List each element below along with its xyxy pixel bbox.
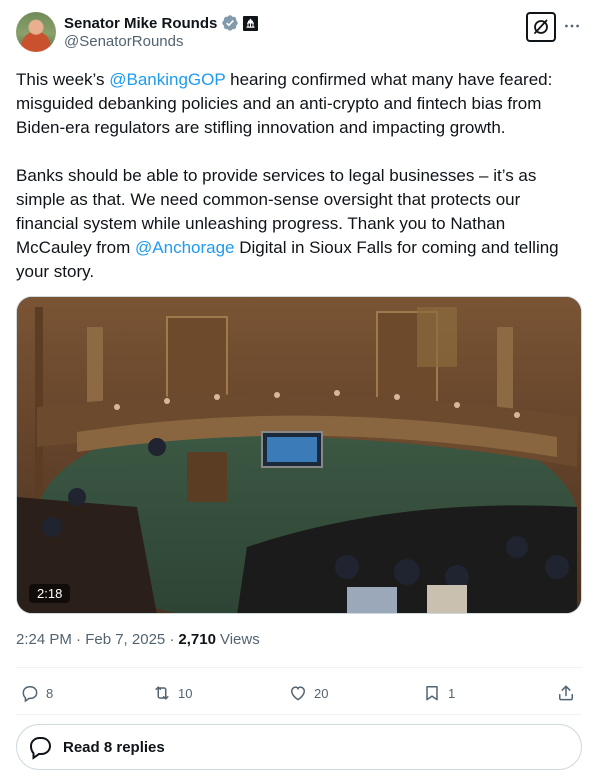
tweet-header: Senator Mike Rounds @SenatorRounds: [16, 12, 582, 56]
repost-count: 10: [178, 685, 193, 701]
text-segment: This week’s: [16, 70, 110, 89]
video-duration: 2:18: [29, 584, 71, 603]
mention-link-anchorage[interactable]: @Anchorage: [135, 238, 235, 257]
read-replies-label: Read 8 replies: [63, 738, 165, 756]
read-replies-button[interactable]: Read 8 replies: [16, 724, 582, 770]
divider: [16, 714, 582, 715]
tweet-text: This week’s @BankingGOP hearing confirme…: [16, 68, 582, 284]
bookmark-icon: [426, 686, 438, 701]
views-count: 2,710: [178, 631, 216, 648]
video-thumbnail: [17, 297, 581, 613]
reply-count: 8: [46, 685, 54, 701]
reply-button[interactable]: 8: [20, 680, 53, 706]
divider: [16, 667, 582, 668]
tweet-paragraph-1: This week’s @BankingGOP hearing confirme…: [16, 68, 582, 140]
reply-icon: [22, 686, 38, 703]
tweet-meta: 2:24 PM · Feb 7, 2025 · 2,710 Views: [16, 631, 260, 648]
share-icon: [559, 685, 573, 701]
handle[interactable]: @SenatorRounds: [64, 33, 183, 50]
mention-link-bankinggop[interactable]: @BankingGOP: [109, 70, 225, 89]
action-bar: 8 10 20 1: [16, 680, 582, 706]
views-label: Views: [219, 631, 260, 648]
verified-badge-icon[interactable]: [221, 14, 239, 32]
display-name[interactable]: Senator Mike Rounds: [64, 15, 217, 32]
share-button[interactable]: [556, 680, 576, 706]
speech-bubble-icon: [29, 737, 52, 760]
more-options-icon[interactable]: [562, 16, 582, 36]
repost-icon: [155, 686, 169, 700]
bookmark-button[interactable]: 1: [422, 680, 455, 706]
capitol-building-icon[interactable]: [243, 15, 259, 31]
repost-button[interactable]: 10: [152, 680, 192, 706]
grok-icon[interactable]: [526, 12, 556, 42]
like-count: 20: [314, 685, 329, 701]
bookmark-count: 1: [448, 685, 456, 701]
avatar[interactable]: [16, 12, 56, 52]
tweet-paragraph-2: Banks should be able to provide services…: [16, 164, 582, 284]
name-row: Senator Mike Rounds: [64, 13, 259, 33]
like-button[interactable]: 20: [288, 680, 328, 706]
timestamp[interactable]: 2:24 PM · Feb 7, 2025 ·: [16, 631, 174, 648]
heart-icon: [290, 686, 306, 701]
video-player[interactable]: 2:18: [16, 296, 582, 614]
